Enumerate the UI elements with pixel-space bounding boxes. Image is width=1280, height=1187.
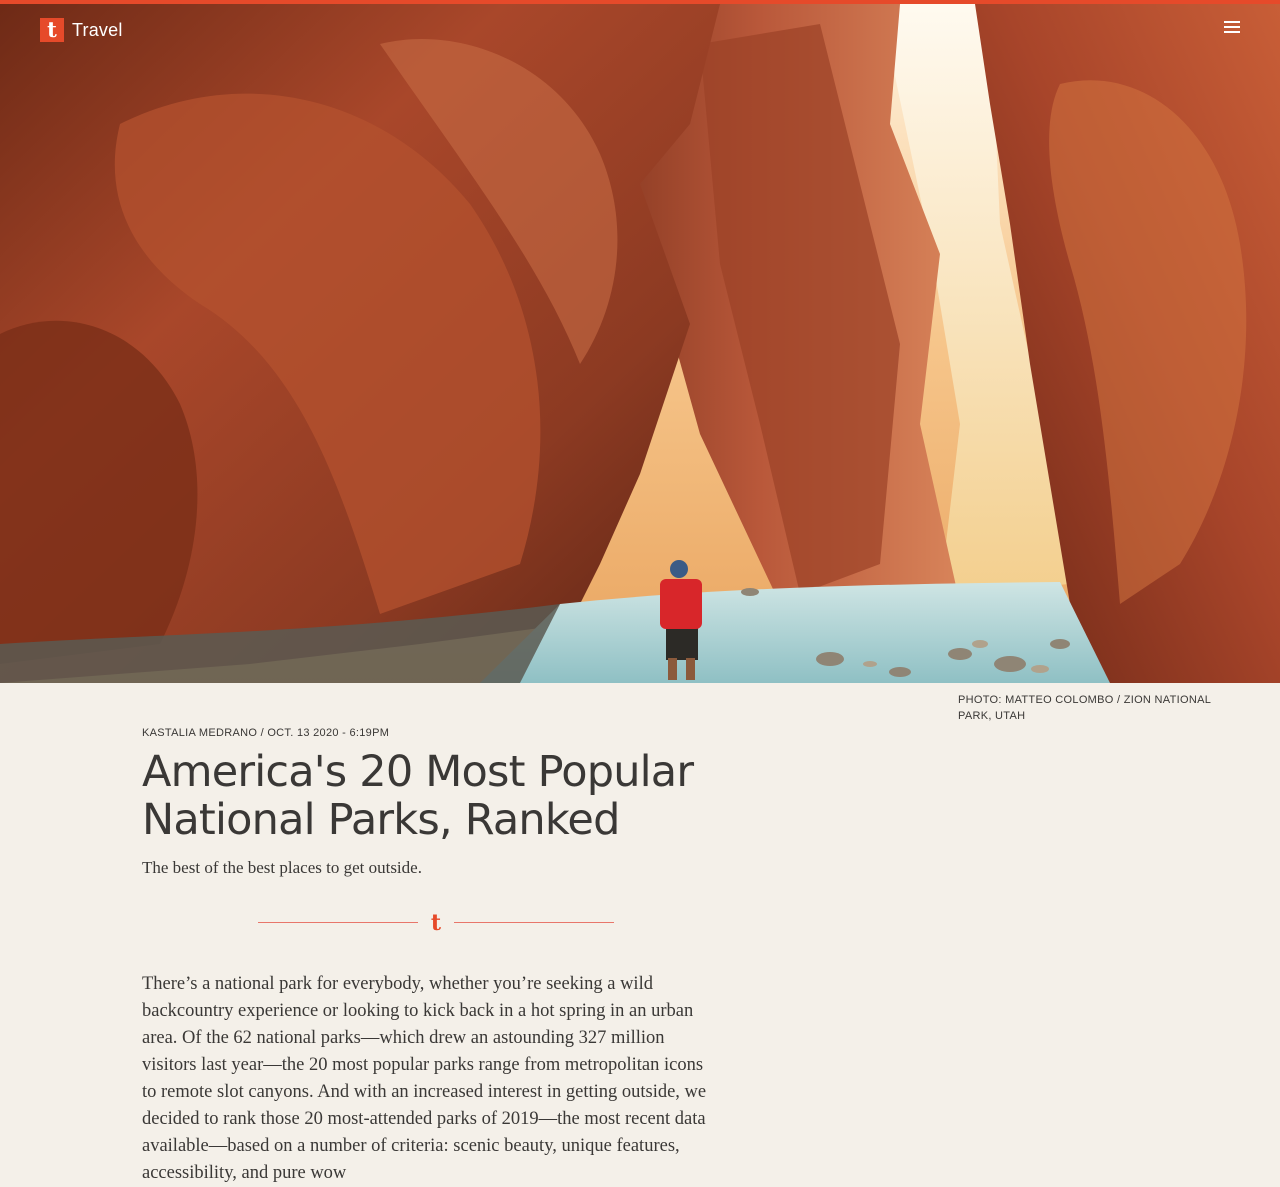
hamburger-menu-icon[interactable] (1224, 21, 1240, 37)
top-accent-bar (0, 0, 1280, 4)
menu-bar-bottom (1224, 31, 1240, 33)
hero-image (0, 4, 1280, 683)
article-header: KASTALIA MEDRANO / OCT. 13 2020 - 6:19PM… (142, 724, 722, 880)
article-dek: The best of the best places to get outsi… (142, 858, 422, 877)
byline: KASTALIA MEDRANO / OCT. 13 2020 - 6:19PM (142, 724, 722, 742)
divider-line-right (454, 922, 614, 923)
menu-bar-top (1224, 21, 1240, 23)
brand-logo-icon: t (40, 18, 64, 42)
menu-bar-middle (1224, 26, 1240, 28)
divider-line-left (258, 922, 418, 923)
canyon-illustration (0, 4, 1280, 683)
photo-credit: PHOTO: MATTEO COLOMBO / ZION NATIONAL PA… (958, 694, 1211, 722)
publish-date: OCT. 13 2020 - 6:19PM (267, 727, 390, 739)
brand-name: Travel (72, 19, 123, 40)
byline-separator: / (257, 727, 268, 739)
brand-link[interactable]: t Travel (40, 18, 123, 42)
section-divider: t (258, 910, 614, 936)
author-link[interactable]: KASTALIA MEDRANO (142, 727, 257, 739)
article-headline: America's 20 Most Popular National Parks… (142, 747, 694, 845)
divider-logo-icon: t (430, 910, 442, 936)
article-body-paragraph: There’s a national park for everybody, w… (142, 974, 707, 1183)
